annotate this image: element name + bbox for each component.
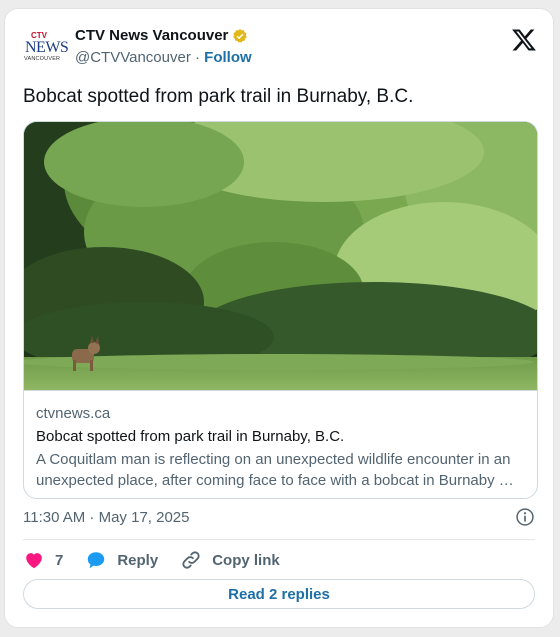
copy-link-label: Copy link (212, 551, 280, 569)
ctv-news-logo[interactable]: CTV NEWS VANCOUVER (23, 31, 69, 71)
divider (23, 539, 535, 540)
account-handle[interactable]: @CTVVancouver (75, 49, 191, 66)
tweet-header: CTV NEWS VANCOUVER CTV News Vancouver @C… (23, 25, 539, 69)
heart-icon (26, 553, 42, 569)
link-preview-card[interactable]: ctvnews.ca Bobcat spotted from park trai… (23, 121, 538, 499)
tweet-timestamp[interactable]: 11:30 AM · May 17, 2025 (23, 509, 190, 526)
follow-link[interactable]: Follow (204, 49, 252, 66)
like-button[interactable]: 7 (23, 549, 63, 571)
link-description: A Coquitlam man is reflecting on an unex… (36, 451, 514, 489)
x-logo-icon[interactable] (511, 27, 537, 53)
reply-bubble-icon (88, 552, 105, 569)
link-meta: ctvnews.ca Bobcat spotted from park trai… (36, 404, 525, 491)
account-name-row: CTV News Vancouver (75, 27, 248, 44)
link-headline: Bobcat spotted from park trail in Burnab… (36, 428, 345, 445)
reply-button[interactable]: Reply (85, 549, 158, 571)
info-icon[interactable] (515, 507, 535, 527)
tweet-embed-card: CTV NEWS VANCOUVER CTV News Vancouver @C… (4, 8, 554, 628)
action-bar: 7 Reply Copy link (23, 547, 302, 573)
bobcat-photo-image (24, 122, 537, 390)
handle-row: @CTVVancouver · Follow (75, 49, 252, 66)
handle-separator: · (195, 49, 200, 66)
link-domain: ctvnews.ca (36, 405, 111, 422)
like-count: 7 (55, 551, 64, 569)
tweet-text: Bobcat spotted from park trail in Burnab… (23, 86, 414, 107)
verified-badge-icon (233, 28, 248, 43)
copy-link-button[interactable]: Copy link (180, 549, 280, 571)
logo-news-text: NEWS (25, 39, 69, 56)
account-name[interactable]: CTV News Vancouver (75, 27, 228, 44)
read-replies-button[interactable]: Read 2 replies (23, 579, 535, 609)
logo-vancouver-text: VANCOUVER (24, 56, 61, 62)
reply-label: Reply (117, 551, 159, 569)
article-photo[interactable] (24, 122, 537, 391)
link-icon (182, 551, 200, 569)
